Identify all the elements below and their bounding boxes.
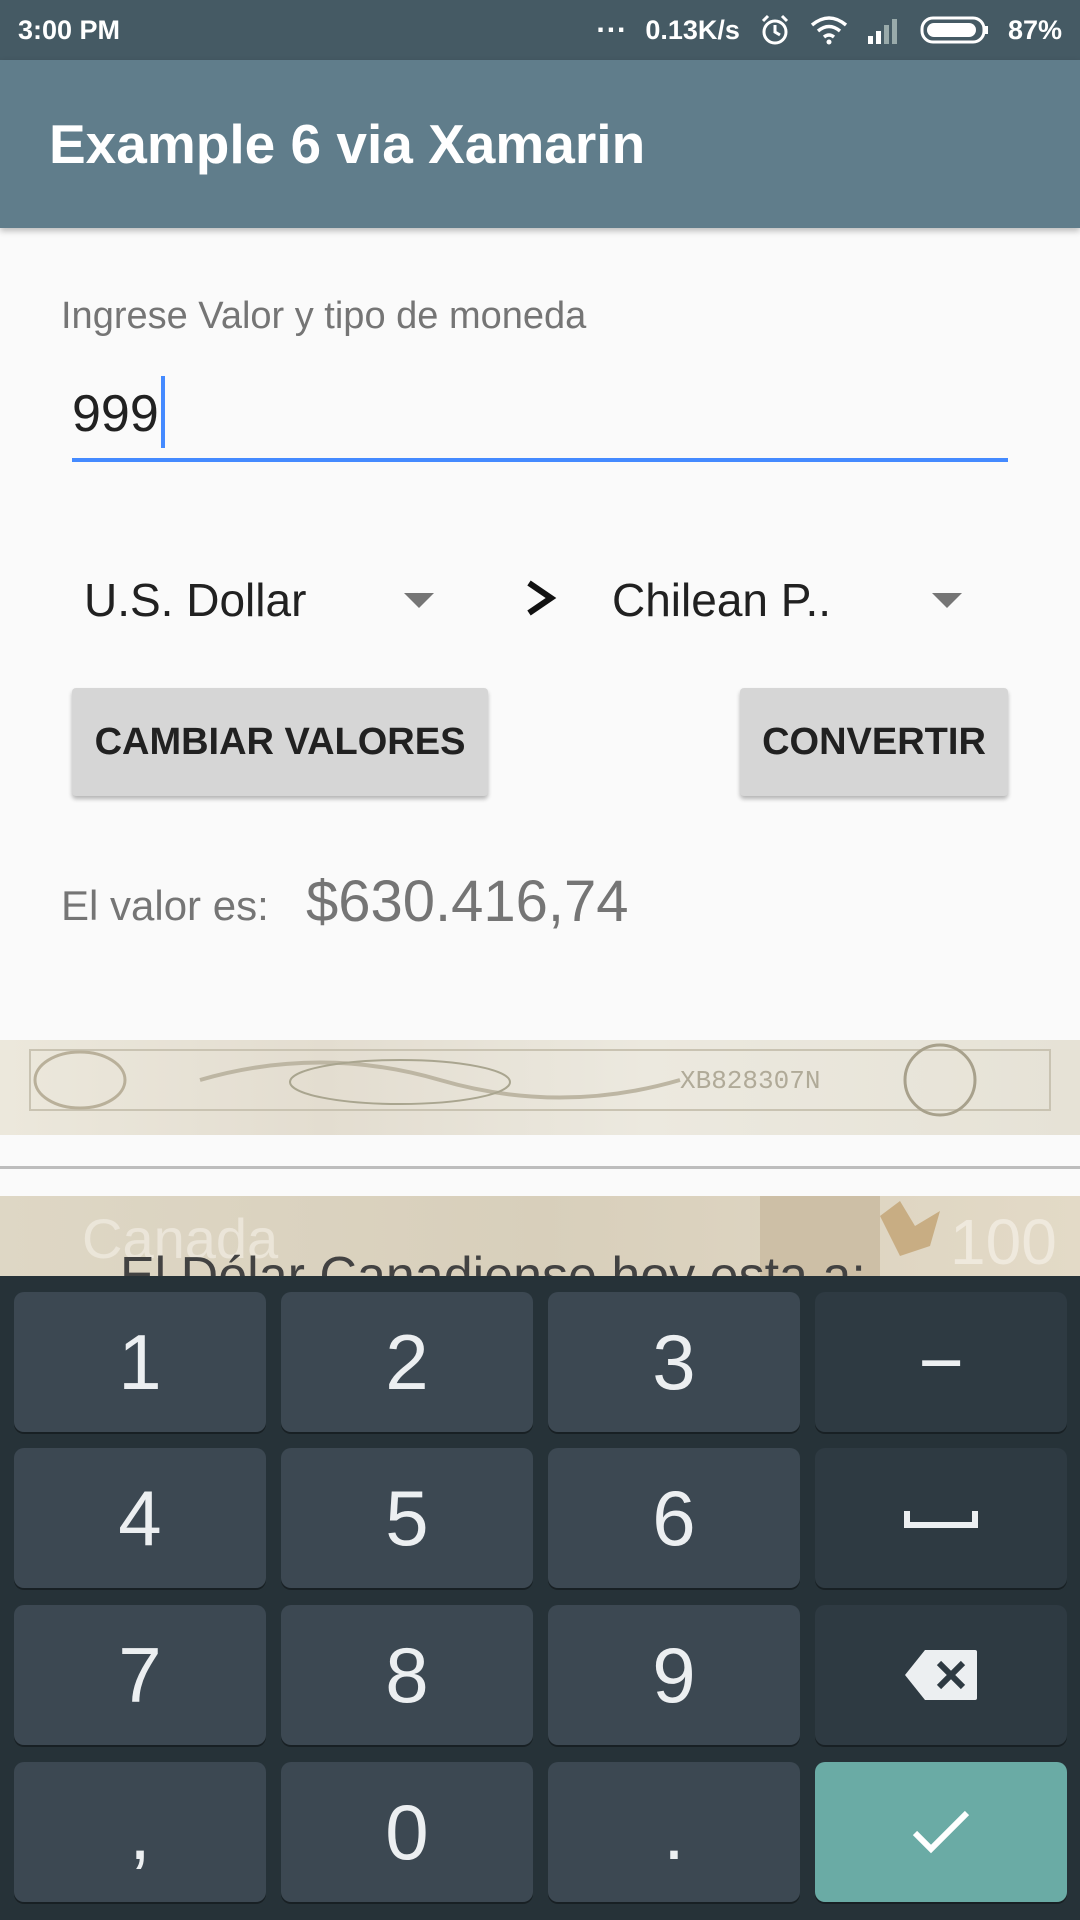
dropdown-arrow-icon — [932, 592, 962, 608]
result-label: El valor es: — [61, 882, 269, 929]
key-2[interactable]: 2 — [281, 1292, 533, 1432]
key-done[interactable] — [815, 1762, 1067, 1902]
key-comma[interactable]: , — [14, 1762, 266, 1902]
backspace-icon — [905, 1650, 977, 1700]
key-4[interactable]: 4 — [14, 1448, 266, 1588]
svg-text:XB828307N: XB828307N — [680, 1066, 820, 1096]
key-9[interactable]: 9 — [548, 1605, 800, 1745]
status-icons: ... 0.13K/s 87% — [596, 8, 1062, 47]
wifi-icon — [810, 15, 848, 45]
swap-values-button[interactable]: CAMBIAR VALORES — [72, 688, 488, 796]
battery-percent: 87% — [1007, 14, 1062, 45]
convert-button[interactable]: CONVERTIR — [740, 688, 1008, 796]
key-period[interactable]: . — [548, 1762, 800, 1902]
key-6[interactable]: 6 — [548, 1448, 800, 1588]
space-icon — [904, 1511, 978, 1528]
battery-icon — [920, 15, 990, 45]
key-minus[interactable]: − — [815, 1292, 1067, 1432]
amount-input[interactable] — [72, 370, 1008, 462]
result-value: $630.416,74 — [306, 869, 629, 934]
network-speed: 0.13K/s — [645, 14, 740, 45]
status-bar: 3:00 PM ... 0.13K/s 87% — [0, 0, 1080, 60]
alarm-icon — [758, 13, 792, 47]
key-backspace[interactable] — [815, 1605, 1067, 1745]
key-0[interactable]: 0 — [281, 1762, 533, 1902]
svg-text:100: 100 — [950, 1206, 1057, 1276]
to-currency-spinner[interactable]: Chilean P.. — [612, 560, 967, 640]
amount-label: Ingrese Valor y tipo de moneda — [61, 295, 587, 337]
chevron-right-icon — [520, 568, 560, 628]
key-8[interactable]: 8 — [281, 1605, 533, 1745]
checkmark-icon — [912, 1810, 970, 1854]
text-cursor — [161, 376, 165, 448]
key-5[interactable]: 5 — [281, 1448, 533, 1588]
to-currency-value: Chilean P.. — [612, 574, 832, 626]
key-7[interactable]: 7 — [14, 1605, 266, 1745]
banknote-image: XB828307N — [0, 1040, 1080, 1135]
app-title: Example 6 via Xamarin — [49, 113, 646, 175]
from-currency-value: U.S. Dollar — [84, 574, 307, 626]
from-currency-spinner[interactable]: U.S. Dollar — [84, 560, 439, 640]
key-1[interactable]: 1 — [14, 1292, 266, 1432]
key-3[interactable]: 3 — [548, 1292, 800, 1432]
dropdown-arrow-icon — [404, 592, 434, 608]
divider — [0, 1166, 1080, 1169]
signal-icon — [866, 16, 902, 44]
key-space[interactable] — [815, 1448, 1067, 1588]
notification-dots: ... — [596, 6, 628, 39]
banner-overlay-text: El Dólar Canadiense hoy esta a: — [120, 1247, 866, 1276]
status-time: 3:00 PM — [18, 14, 121, 45]
app-bar: Example 6 via Xamarin — [0, 60, 1080, 228]
numeric-keyboard: 1 2 3 − 4 5 6 7 8 9 , 0 . — [0, 1276, 1080, 1920]
